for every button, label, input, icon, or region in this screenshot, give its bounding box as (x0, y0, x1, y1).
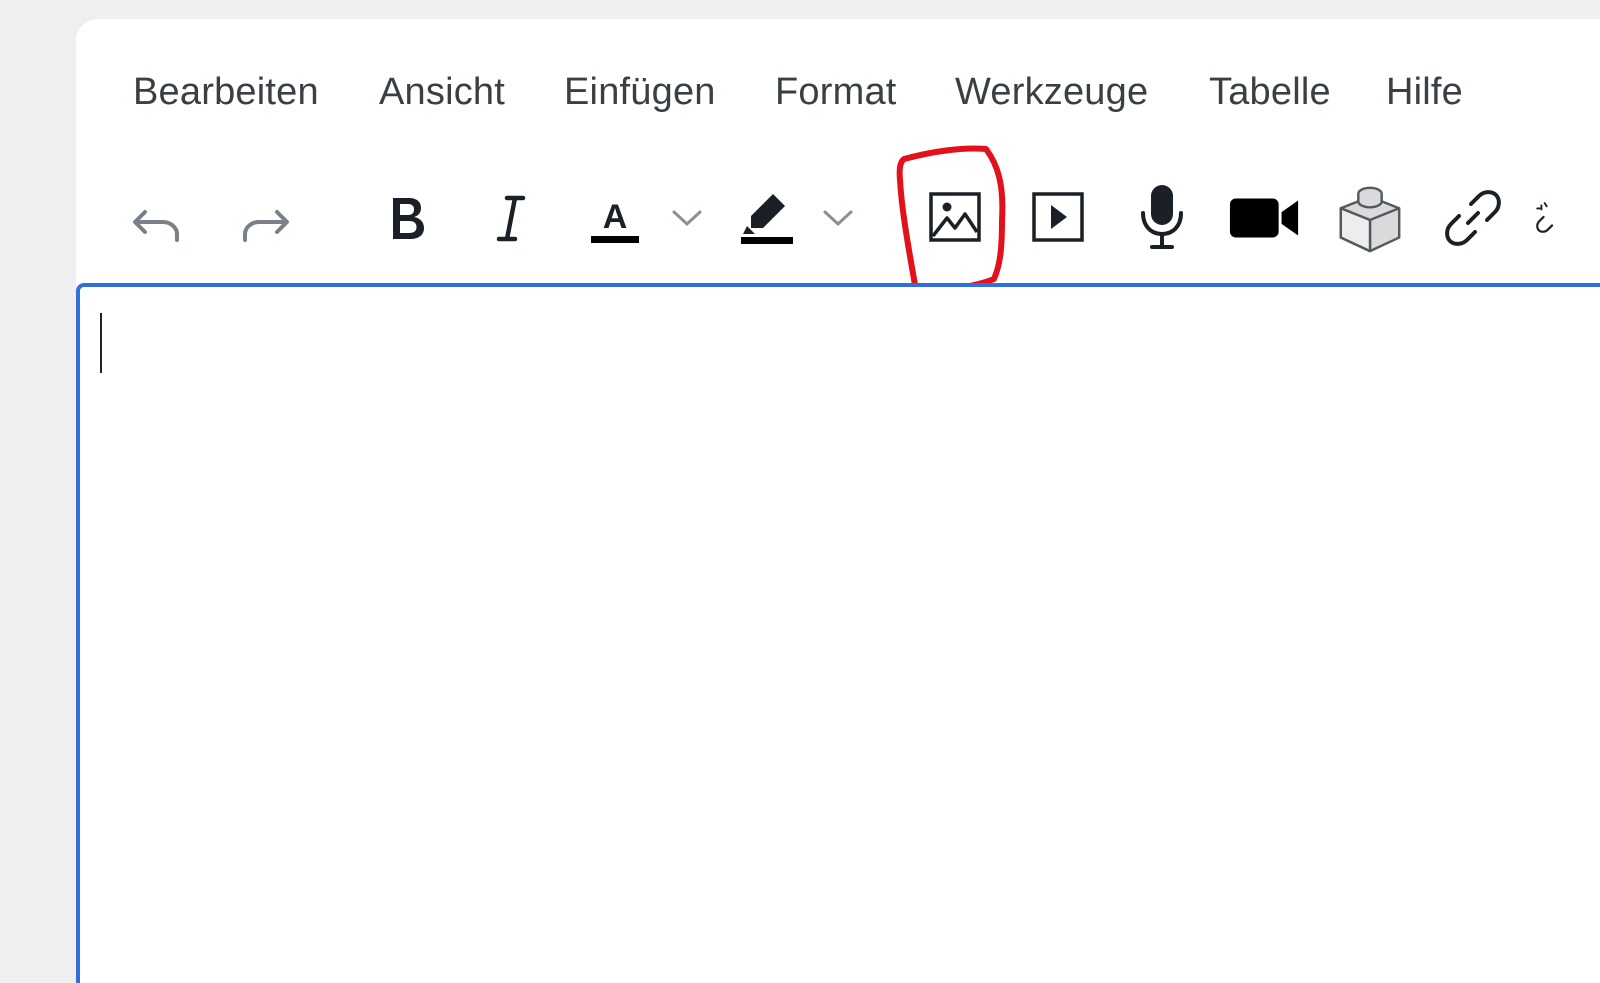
menu-ansicht[interactable]: Ansicht (379, 71, 505, 114)
insert-media-button[interactable] (1021, 181, 1095, 255)
italic-icon (496, 195, 526, 242)
cube-icon (1339, 186, 1401, 253)
redo-button[interactable] (228, 181, 302, 255)
highlighter-icon (741, 194, 793, 244)
highlight-color-dropdown[interactable] (818, 181, 858, 255)
rich-text-editor: Bearbeiten Ansicht Einfügen Format Werkz… (76, 19, 1600, 983)
apps-button[interactable] (1333, 181, 1407, 255)
highlight-color-button[interactable] (728, 181, 802, 255)
video-camera-icon (1229, 198, 1299, 238)
microphone-icon (1141, 185, 1183, 249)
record-video-button[interactable] (1228, 181, 1302, 255)
highlight-color-swatch (741, 237, 793, 244)
text-color-dropdown[interactable] (667, 181, 707, 255)
play-icon (1032, 192, 1084, 242)
menu-tabelle[interactable]: Tabelle (1209, 71, 1331, 114)
menu-einfuegen[interactable]: Einfügen (564, 71, 716, 114)
editor-content-area[interactable] (76, 283, 1600, 983)
redo-icon (243, 210, 289, 242)
link-icon (1445, 190, 1501, 246)
text-cursor (100, 313, 102, 373)
undo-button[interactable] (120, 181, 194, 255)
insert-link-button[interactable] (1436, 181, 1510, 255)
menu-format[interactable]: Format (775, 71, 897, 114)
text-color-swatch (591, 236, 639, 243)
text-color-glyph: A (603, 198, 628, 236)
menu-hilfe[interactable]: Hilfe (1386, 71, 1463, 114)
text-color-button[interactable]: A (578, 181, 652, 255)
menu-bearbeiten[interactable]: Bearbeiten (133, 71, 319, 114)
insert-image-button[interactable] (918, 181, 992, 255)
image-icon (929, 192, 981, 242)
menu-bar: Bearbeiten Ansicht Einfügen Format Werkz… (76, 19, 1600, 169)
text-color-icon: A (591, 198, 639, 243)
chevron-down-icon (672, 210, 702, 227)
toolbar: A (76, 169, 1600, 284)
chevron-down-icon (823, 210, 853, 227)
menu-werkzeuge[interactable]: Werkzeuge (955, 71, 1148, 114)
unlink-button[interactable] (1534, 181, 1568, 255)
record-audio-button[interactable] (1125, 181, 1199, 255)
bold-button[interactable] (370, 181, 444, 255)
italic-button[interactable] (474, 181, 548, 255)
unlink-icon (1536, 202, 1554, 233)
undo-icon (133, 210, 179, 242)
bold-icon (393, 198, 424, 239)
